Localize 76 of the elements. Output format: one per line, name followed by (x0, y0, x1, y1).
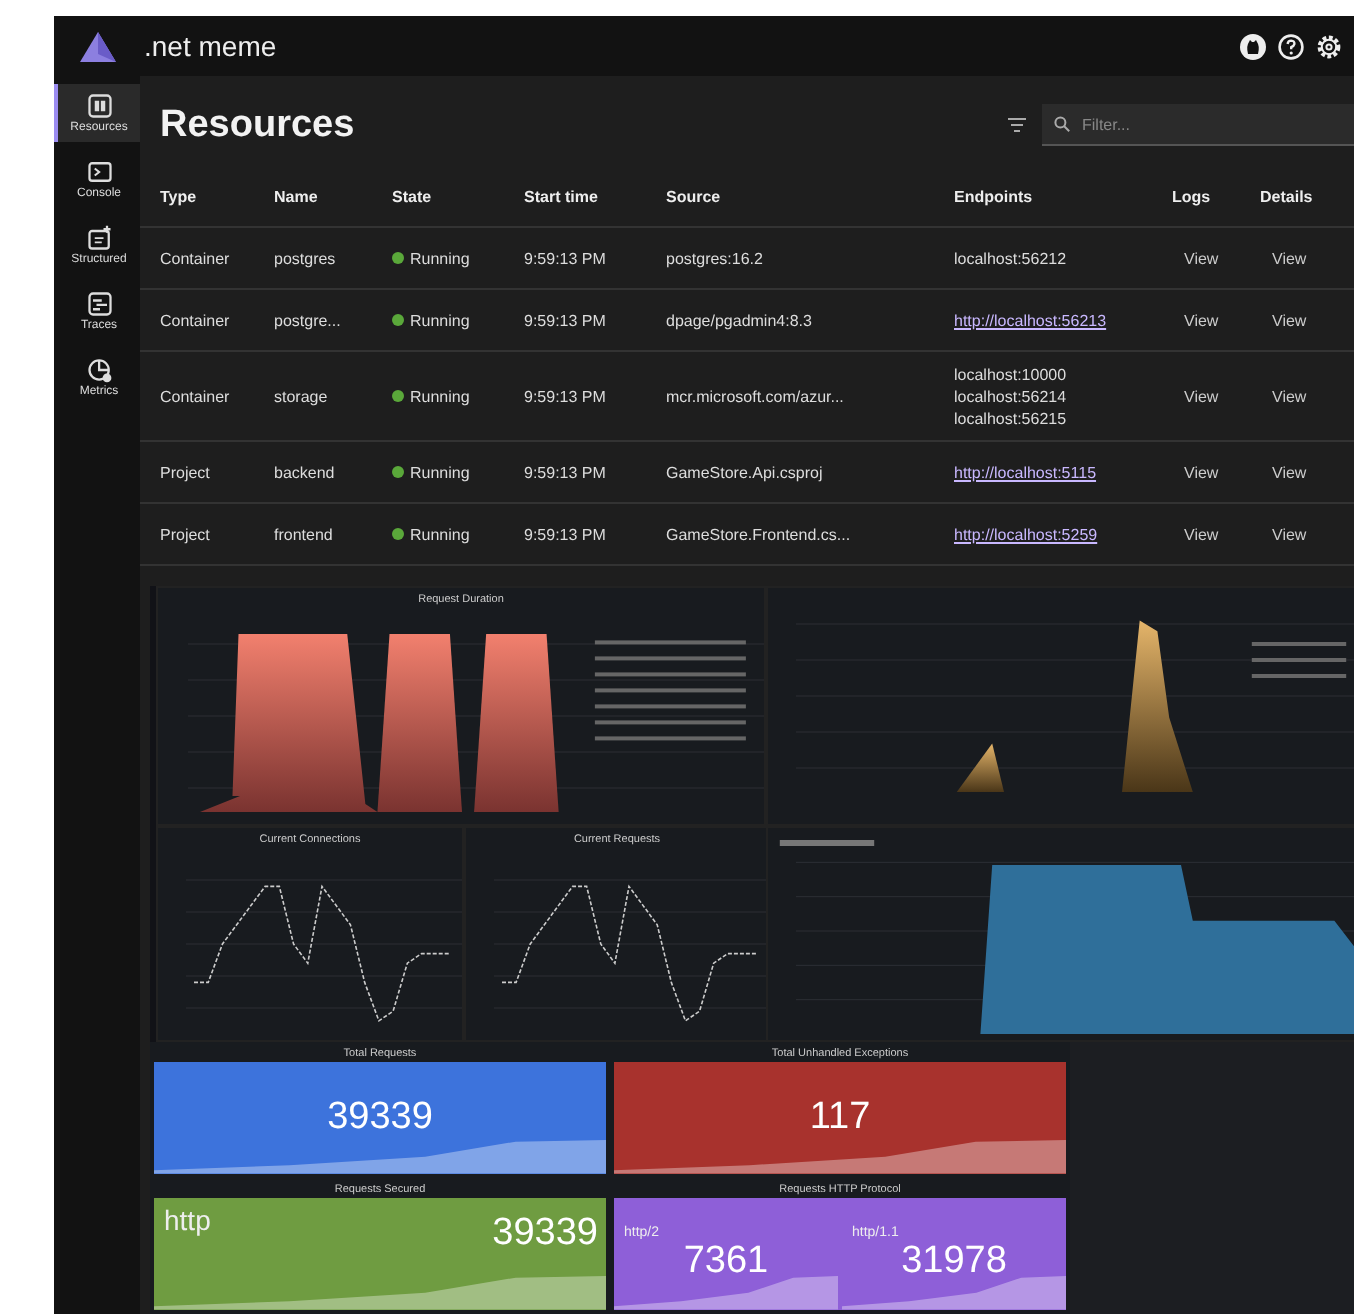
details-link[interactable]: View (1260, 463, 1348, 481)
logs-link[interactable]: View (1172, 249, 1260, 267)
logs-link[interactable]: View (1172, 525, 1260, 543)
endpoint-link[interactable]: http://localhost:56213 (954, 311, 1172, 329)
filter-icon[interactable] (1008, 117, 1026, 133)
status-dot (392, 252, 404, 264)
nav-icon (85, 356, 113, 384)
legend-drawing (779, 840, 875, 846)
column-header[interactable]: Details (1260, 187, 1348, 205)
name-cell-text: postgre... (274, 311, 343, 329)
search-icon (1054, 116, 1070, 132)
column-header[interactable]: Start time (524, 187, 666, 205)
legend-drawing (1251, 642, 1347, 678)
time-cell-text: 9:59:13 PM (524, 311, 608, 329)
stat-value: 7361 (683, 1239, 769, 1283)
logs-link[interactable]: View (1172, 387, 1260, 405)
nav-icon (85, 224, 113, 252)
details-link[interactable]: View (1260, 249, 1348, 267)
logs-link[interactable]: View (1172, 463, 1260, 481)
details-link[interactable]: View (1260, 387, 1348, 405)
nav-icon (85, 92, 113, 120)
state-cell: Running (410, 463, 470, 481)
type-cell-text: Container (160, 311, 232, 329)
state-cell: Running (410, 249, 470, 267)
time-cell-text: 9:59:13 PM (524, 463, 608, 481)
status-dot (392, 528, 404, 540)
name-cell-text: backend (274, 463, 337, 481)
details-link[interactable]: View (1260, 525, 1348, 543)
column-header[interactable]: Endpoints (954, 187, 1172, 205)
status-dot (392, 466, 404, 478)
stat-value: 117 (809, 1096, 871, 1140)
source-cell-text: mcr.microsoft.com/azur... (666, 387, 846, 405)
type-cell-text: Container (160, 387, 232, 405)
name-cell-text: frontend (274, 525, 335, 543)
source-cell-text: GameStore.Frontend.cs... (666, 525, 853, 543)
state-cell: Running (410, 387, 470, 405)
column-header[interactable]: Logs (1172, 187, 1260, 205)
logs-link[interactable]: View (1172, 311, 1260, 329)
stat-value: 39339 (492, 1212, 598, 1256)
endpoint-text: localhost:56215 (954, 409, 1069, 427)
name-cell-text: storage (274, 387, 330, 405)
state-cell: Running (410, 311, 470, 329)
status-dot (392, 390, 404, 402)
type-cell-text: Container (160, 249, 232, 267)
column-header[interactable]: Type (160, 187, 274, 205)
settings-icon[interactable] (1316, 33, 1342, 59)
column-header[interactable]: State (392, 187, 524, 205)
stat-value: 39339 (327, 1096, 433, 1140)
type-cell-text: Project (160, 463, 212, 481)
stat-value: 31978 (901, 1239, 1007, 1283)
column-header[interactable]: Name (274, 187, 392, 205)
endpoint-link[interactable]: http://localhost:5259 (954, 525, 1172, 543)
time-cell-text: 9:59:13 PM (524, 387, 608, 405)
endpoint-text: localhost:10000 (954, 365, 1069, 383)
filter-field[interactable]: Filter... (1042, 104, 1354, 146)
nav-icon (85, 290, 113, 318)
nav-icon (85, 158, 113, 186)
page-title: Resources (160, 103, 357, 147)
endpoint-link[interactable]: http://localhost:5115 (954, 463, 1172, 481)
details-link[interactable]: View (1260, 311, 1348, 329)
endpoint-text: localhost:56214 (954, 387, 1069, 405)
type-cell-text: Project (160, 525, 212, 543)
time-cell-text: 9:59:13 PM (524, 249, 608, 267)
column-header[interactable]: Source (666, 187, 954, 205)
endpoint-text: localhost:56212 (954, 249, 1069, 267)
name-cell-text: postgres (274, 249, 338, 267)
source-cell-text: GameStore.Api.csproj (666, 463, 825, 481)
stat-label: http (164, 1204, 211, 1236)
source-cell-text: dpage/pgadmin4:8.3 (666, 311, 814, 329)
logo-icon (79, 31, 115, 61)
source-cell-text: postgres:16.2 (666, 249, 765, 267)
status-dot (392, 314, 404, 326)
app-title: .net meme (144, 30, 279, 62)
time-cell-text: 9:59:13 PM (524, 525, 608, 543)
help-icon[interactable] (1278, 33, 1304, 59)
state-cell: Running (410, 525, 470, 543)
